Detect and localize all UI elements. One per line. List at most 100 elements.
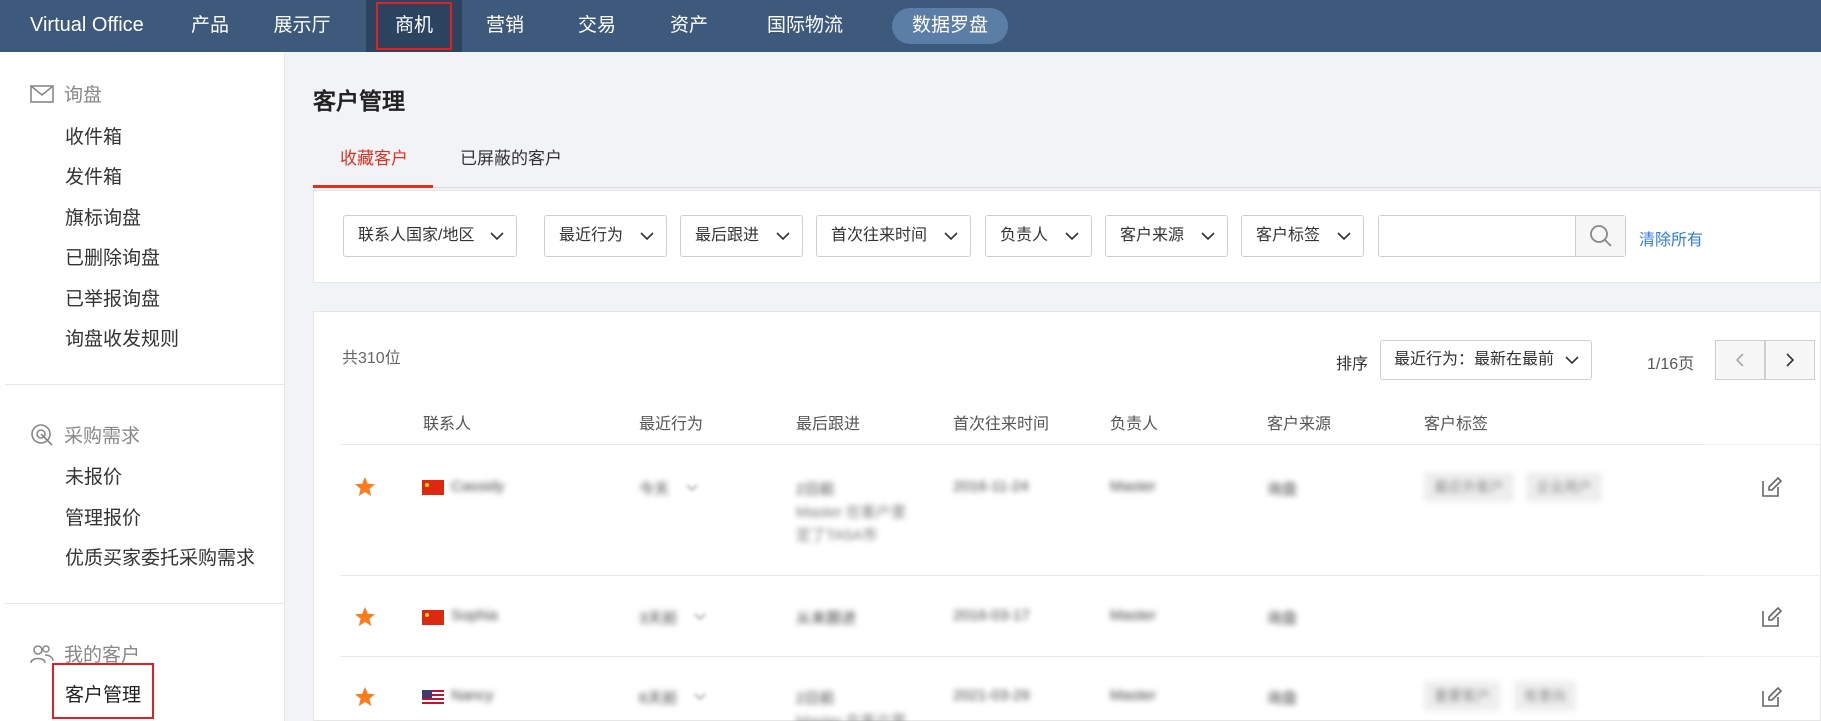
- sidebar-group-label: 询盘: [64, 85, 103, 106]
- sidebar-group-label: 采购需求: [64, 426, 141, 447]
- recent-behavior: 3天前: [639, 610, 678, 627]
- dropdown-label: 最近行为: [559, 227, 624, 244]
- dropdown-label: 负责人: [1000, 227, 1049, 244]
- chevron-down-icon: [944, 232, 958, 241]
- filter-owner-dropdown[interactable]: 负责人: [985, 215, 1092, 257]
- next-page-button[interactable]: [1765, 340, 1815, 380]
- filter-first-contact-dropdown[interactable]: 首次往来时间: [816, 215, 971, 257]
- contact-name[interactable]: Cassidy: [451, 478, 504, 495]
- dropdown-label: 联系人国家/地区: [358, 227, 475, 244]
- contact-name[interactable]: Sophia: [451, 607, 498, 624]
- filter-last-followup-dropdown[interactable]: 最后跟进: [680, 215, 803, 257]
- edit-icon[interactable]: [1759, 605, 1783, 629]
- owner: Master: [1110, 478, 1156, 495]
- customer-tag: 重要客户: [1424, 681, 1500, 711]
- nav-item-opportunities[interactable]: 商机: [366, 0, 462, 52]
- sidebar-item-rules[interactable]: 询盘收发规则: [65, 324, 179, 351]
- last-followup-detail: Master 在客户里: [796, 504, 907, 521]
- source: 询盘: [1267, 610, 1298, 627]
- chevron-down-icon[interactable]: [686, 484, 698, 492]
- search-button[interactable]: [1575, 216, 1625, 256]
- recent-behavior: 6天前: [639, 690, 678, 707]
- chevron-down-icon[interactable]: [694, 613, 706, 621]
- column-header-source: 客户来源: [1267, 416, 1332, 433]
- nav-item-trade[interactable]: 交易: [567, 0, 627, 52]
- nav-item-marketing[interactable]: 营销: [475, 0, 535, 52]
- sidebar-divider: [5, 384, 285, 385]
- owner: Master: [1110, 687, 1156, 704]
- page-info: 1/16页: [1647, 356, 1695, 373]
- edit-icon[interactable]: [1759, 685, 1783, 709]
- sidebar-item-premium-requests[interactable]: 优质买家委托采购需求: [65, 543, 255, 570]
- chevron-down-icon: [640, 232, 654, 241]
- row-divider: [1703, 444, 1821, 445]
- sort-label: 排序: [1336, 356, 1369, 373]
- sidebar-item-manage-quotes[interactable]: 管理报价: [65, 503, 141, 530]
- tab-blocked-customers[interactable]: 已屏蔽的客户: [460, 144, 562, 169]
- search-input[interactable]: [1379, 216, 1575, 254]
- first-contact-time: 2016-03-17: [953, 607, 1030, 624]
- last-followup: 2日前: [796, 481, 835, 498]
- nav-item-logistics[interactable]: 国际物流: [755, 0, 855, 52]
- column-header-owner: 负责人: [1110, 416, 1159, 433]
- star-icon[interactable]: [354, 686, 376, 708]
- column-header-last-followup: 最后跟进: [796, 416, 861, 433]
- search-box: [1378, 215, 1626, 257]
- highlight-box: [376, 2, 452, 50]
- search-icon: [1589, 225, 1612, 247]
- customer-tag: 最近外客户: [1424, 472, 1514, 502]
- prev-page-button[interactable]: [1715, 340, 1765, 380]
- filter-source-dropdown[interactable]: 客户来源: [1105, 215, 1228, 257]
- source: 询盘: [1267, 690, 1298, 707]
- nav-item-showroom[interactable]: 展示厅: [262, 0, 342, 52]
- sort-value: 最近行为：最新在最前: [1394, 351, 1555, 368]
- column-header-recent-behavior: 最近行为: [639, 416, 704, 433]
- row-divider: [1703, 575, 1821, 576]
- edit-icon[interactable]: [1759, 475, 1783, 499]
- sidebar-item-sent[interactable]: 发件箱: [65, 162, 122, 189]
- chevron-right-icon: [1786, 353, 1795, 367]
- sidebar-item-unquoted[interactable]: 未报价: [65, 462, 122, 489]
- mail-icon: [30, 84, 54, 103]
- sidebar-item-reported[interactable]: 已举报询盘: [65, 284, 160, 311]
- row-divider: [1703, 656, 1821, 657]
- chevron-down-icon[interactable]: [694, 693, 706, 701]
- nav-item-products[interactable]: 产品: [180, 0, 240, 52]
- chevron-left-icon: [1735, 353, 1744, 367]
- nav-item-assets[interactable]: 资产: [659, 0, 719, 52]
- dropdown-label: 客户标签: [1256, 227, 1321, 244]
- dropdown-label: 首次往来时间: [831, 227, 928, 244]
- column-header-contact: 联系人: [423, 416, 472, 433]
- column-header-tags: 客户标签: [1424, 416, 1489, 433]
- brand-link[interactable]: Virtual Office: [30, 14, 144, 37]
- sidebar-group-inquiries[interactable]: 询盘: [30, 80, 102, 107]
- row-divider: [341, 444, 1703, 445]
- sort-dropdown[interactable]: 最近行为：最新在最前: [1380, 340, 1592, 380]
- clear-all-link[interactable]: 清除所有: [1639, 226, 1703, 250]
- source: 询盘: [1267, 481, 1298, 498]
- filter-recent-behavior-dropdown[interactable]: 最近行为: [544, 215, 667, 257]
- total-count: 共310位: [342, 350, 401, 367]
- star-icon[interactable]: [354, 476, 376, 498]
- tab-favorite-customers[interactable]: 收藏客户: [340, 144, 408, 169]
- sidebar-group-sourcing[interactable]: 采购需求: [30, 421, 140, 448]
- customer-tag: 有意向: [1514, 681, 1576, 711]
- chevron-down-icon: [1565, 356, 1579, 365]
- first-contact-time: 2016-11-24: [953, 478, 1029, 495]
- last-followup: 2日前: [796, 690, 835, 707]
- chevron-down-icon: [490, 232, 504, 241]
- filter-country-dropdown[interactable]: 联系人国家/地区: [343, 215, 517, 257]
- sidebar-item-deleted[interactable]: 已删除询盘: [65, 243, 160, 270]
- first-contact-time: 2021-03-29: [953, 687, 1030, 704]
- filter-tags-dropdown[interactable]: 客户标签: [1241, 215, 1364, 257]
- sidebar-item-inbox[interactable]: 收件箱: [65, 122, 122, 149]
- page-title: 客户管理: [313, 88, 405, 114]
- customer-list-panel: 共310位 排序 最近行为：最新在最前 1/16页 联系人 最近行为 最后跟进 …: [313, 311, 1821, 721]
- nav-pill-data-compass[interactable]: 数据罗盘: [892, 8, 1009, 44]
- contact-name[interactable]: Nancy: [451, 687, 494, 704]
- star-icon[interactable]: [354, 606, 376, 628]
- recent-behavior: 今天: [639, 481, 670, 498]
- sidebar-item-flagged[interactable]: 旗标询盘: [65, 203, 141, 230]
- column-header-first-contact: 首次往来时间: [953, 416, 1050, 433]
- chevron-down-icon: [1201, 232, 1215, 241]
